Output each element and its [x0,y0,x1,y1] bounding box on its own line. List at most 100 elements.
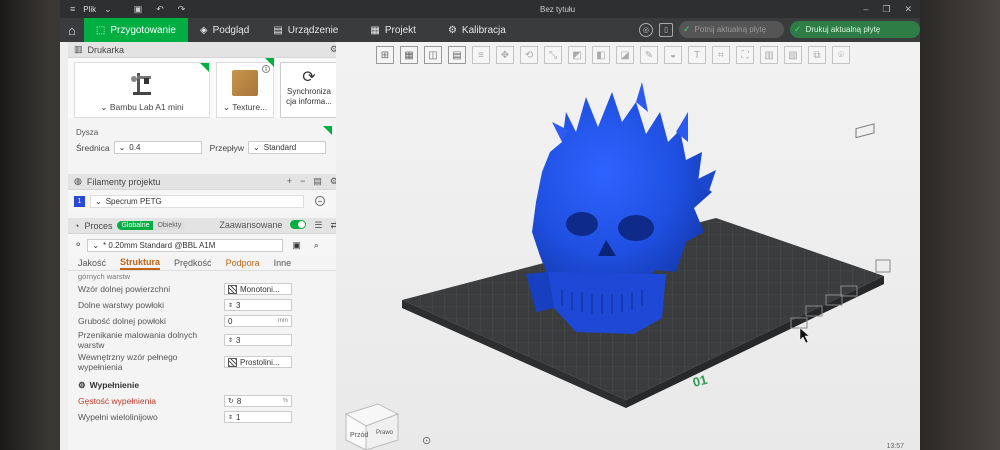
preset-icon: ⚬ [74,239,83,251]
tab-label: Kalibracja [461,24,506,36]
minimize-icon[interactable]: – [863,4,868,15]
flow-select[interactable]: ⌄ Standard [248,141,327,154]
nozzle-diameter-select[interactable]: ⌄ 0.4 [113,141,202,154]
3d-viewport[interactable]: ⊞ ▦ ◫ ▤ ≡ ✥ ⟲ ⤡ ◩ ◧ ◪ ✎ ◒ T ⌗ ⛶ ▥ ▧ ⧉ ⌾ [336,42,920,450]
process-tabs: Jakość Struktura Prędkość Podpora Inne [68,256,344,271]
printer-name: Bambu Lab A1 mini [109,102,184,112]
chevron-down-icon: ⌄ [92,240,100,250]
tab-label: Przygotowanie [110,24,176,36]
infill-title: Wypełnienie [89,380,140,390]
tab-preview[interactable]: ◈ Podgląd [188,18,261,42]
bottom-surface-pattern-select[interactable]: Monotoni... [224,283,292,295]
process-preset-select[interactable]: ⌄ * 0.20mm Standard @BBL A1M [87,238,284,252]
scope-global[interactable]: Globalne [117,221,154,230]
maximize-icon[interactable]: ❐ [882,4,890,15]
infill-group-header: ⚙ Wypełnienie [78,377,292,393]
chevron-down-icon[interactable]: ⌄ [104,4,112,15]
section-title: Drukarka [87,44,125,55]
add-icon[interactable]: + [287,176,292,187]
sparse-infill-density-input[interactable]: ↻ 8 % [224,395,292,407]
setting-label: Wzór dolnej powierzchni [78,284,171,294]
filament-list-item[interactable]: 1 ⌄ Specrum PETG − [68,190,344,212]
flow-value: Standard [263,143,297,152]
tab-prepare[interactable]: ⬚ Przygotowanie [83,18,188,42]
internal-solid-infill-row: Wewnętrzny wzór pełnego wypełnienia Pros… [78,351,292,373]
tab-support[interactable]: Podpora [226,258,260,268]
system-clock: 13:57 [886,443,904,450]
tab-quality[interactable]: Jakość [78,258,106,268]
multiline-infill-input[interactable]: ⇕ 1 [224,411,292,423]
sparse-infill-density-row: Gęstość wypełnienia ↻ 8 % [78,393,292,409]
search-icon[interactable]: ⌕ [314,240,319,251]
tab-project[interactable]: ▦ Projekt [358,18,428,42]
slice-plate-button[interactable]: ✓ Potnij aktualną płytę [679,21,784,38]
section-title: Proces [84,220,113,231]
advanced-toggle[interactable] [290,220,307,229]
save-preset-icon[interactable]: ▣ [292,240,301,251]
remove-icon[interactable]: − [300,176,305,187]
bottom-paint-penetration-input[interactable]: ⇕ 3 [224,334,292,346]
list-icon[interactable]: ☰ [314,220,322,231]
nozzle-diameter-value: 0.4 [129,143,141,152]
prepare-icon: ⬚ [95,24,106,36]
tab-calibration[interactable]: ⚙ Kalibracja [436,18,518,42]
print-plate-button[interactable]: ✓ Drukuj aktualną płytę [790,21,920,38]
printer-select-card[interactable]: ⌄ Bambu Lab A1 mini [74,62,210,118]
reset-icon[interactable]: ↻ [228,397,234,405]
filament-select[interactable]: ⌄ Specrum PETG [90,194,304,208]
scope-objects[interactable]: Obiekty [153,221,186,230]
setting-value: 1 [236,412,241,422]
setting-value: 3 [236,335,241,345]
stepper-icon[interactable]: ⇕ [228,337,233,344]
setting-label: Przenikanie malowania dolnych warstw [78,330,198,350]
device-icon: ▤ [273,24,283,36]
advanced-label: Zaawansowane [219,220,283,230]
camera-icon[interactable]: ⊙ [422,434,431,447]
slice-plate-label: Potnij aktualną płytę [694,25,767,34]
scope-toggle[interactable]: Globalne Obiekty [117,221,186,230]
tab-label: Projekt [384,24,416,36]
process-preset-row: ⚬ ⌄ * 0.20mm Standard @BBL A1M ▣ ⌕ [68,234,344,256]
sync-button[interactable]: ⟳ Synchroniza cja informa... [280,62,338,118]
home-icon[interactable]: ⌂ [60,18,84,42]
undo-icon[interactable]: ↶ [156,4,164,15]
plate-type-label: Texture... [232,102,268,112]
process-preset-value: * 0.20mm Standard @BBL A1M [103,240,216,250]
stepper-icon[interactable]: ⇕ [228,414,233,421]
modified-corner-marker [200,63,209,72]
bottom-shell-layers-input[interactable]: ⇕ 3 [224,299,292,311]
remove-filament-icon[interactable]: − [315,196,325,206]
scene: 01 Przód Prawo [344,82,891,450]
filament-sync-icon[interactable]: ▤ [313,176,322,187]
close-icon[interactable]: ✕ [904,4,912,15]
stepper-icon[interactable]: ⇕ [228,302,233,309]
view-cube[interactable]: Przód Prawo [344,403,400,450]
sync-label: Synchroniza cja informa... [286,87,332,106]
tab-device[interactable]: ▤ Urządzenie [261,18,350,42]
network-icon[interactable]: ◎ [639,22,653,37]
setting-value: 8 [236,396,242,406]
save-icon[interactable]: ▣ [134,4,143,15]
file-menu[interactable]: Plik [83,5,96,14]
pattern-icon [228,284,237,294]
setting-label: Grubość dolnej powłoki [78,316,166,326]
chevron-down-icon: ⌄ [100,102,108,112]
print-plate-label: Drukuj aktualną płytę [805,25,881,34]
tab-others[interactable]: Inne [274,258,292,268]
filaments-section-header: ◍ Filamenty projektu + − ▤ ⚙ [68,174,344,190]
setting-value: 3 [236,300,241,310]
process-icon: ◔ [74,220,80,231]
bottom-shell-thickness-input[interactable]: 0 mm [224,315,292,327]
plate-type-card[interactable]: i ⌄ Texture... [216,62,274,118]
unit-label: % [282,398,288,404]
tab-strength[interactable]: Struktura [120,257,161,270]
internal-solid-infill-select[interactable]: Prostolini... [224,356,292,368]
phone-icon[interactable]: ▯ [659,22,673,37]
setting-label: Dolne warstwy powłoki [78,300,164,310]
plate-close-icon[interactable] [875,259,891,273]
printer-cards: ⌄ Bambu Lab A1 mini i ⌄ Texture... ⟳ Syn… [68,58,344,118]
tab-speed[interactable]: Prędkość [174,258,212,268]
redo-icon[interactable]: ↷ [178,4,186,15]
pattern-icon [228,357,237,367]
project-icon: ▦ [370,24,380,36]
